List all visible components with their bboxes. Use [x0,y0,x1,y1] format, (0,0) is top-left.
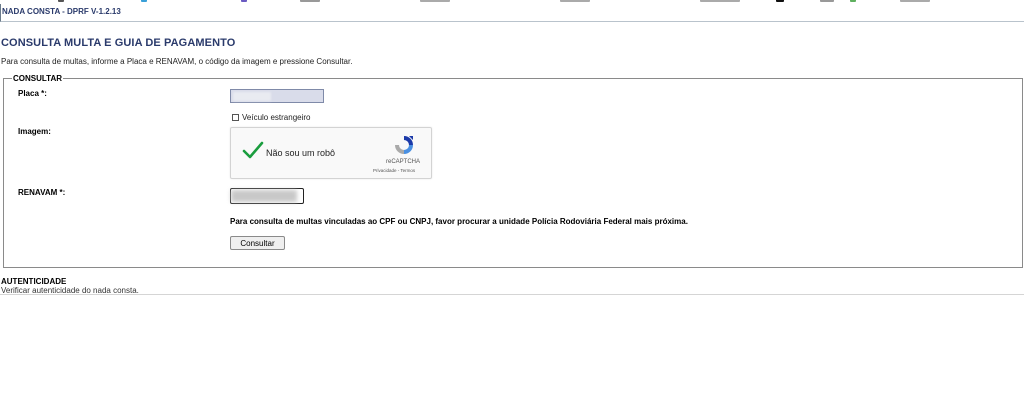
foreign-vehicle-row: Veículo estrangeiro [232,112,311,122]
captcha-label: Não sou um robô [266,148,336,158]
fieldset-legend: CONSULTAR [12,74,64,83]
instructions-text: Para consulta de multas, informe a Placa… [1,57,353,66]
renavam-redacted-value [231,190,297,202]
recaptcha-logo-icon [395,136,413,154]
renavam-label: RENAVAM *: [18,188,66,197]
cpf-cnpj-notice: Para consulta de multas vinculadas ao CP… [230,217,688,226]
recaptcha-widget[interactable]: Não sou um robô reCAPTCHA Privacidade - … [230,127,432,179]
captcha-brand: reCAPTCHA [386,159,421,165]
authenticity-title: AUTENTICIDADE [1,277,67,286]
consultar-button[interactable]: Consultar [230,236,285,250]
placa-redacted-value [233,92,271,101]
foreign-vehicle-label: Veículo estrangeiro [242,112,311,122]
placa-label: Placa *: [18,89,47,98]
foreign-vehicle-checkbox[interactable] [232,113,239,121]
checkmark-icon[interactable] [242,141,264,161]
placa-input[interactable] [230,89,324,103]
imagem-label: Imagem: [18,127,51,136]
renavam-input[interactable] [230,188,304,204]
consult-fieldset: CONSULTAR Placa *: Veículo estrangeiro I… [3,74,1023,268]
app-header: NADA CONSTA - DPRF V-1.2.13 [0,4,1024,22]
page-title: CONSULTA MULTA E GUIA DE PAGAMENTO [1,37,236,49]
app-title: NADA CONSTA - DPRF V-1.2.13 [2,7,121,16]
captcha-links[interactable]: Privacidade - Termos [373,168,415,173]
divider [0,294,1024,295]
